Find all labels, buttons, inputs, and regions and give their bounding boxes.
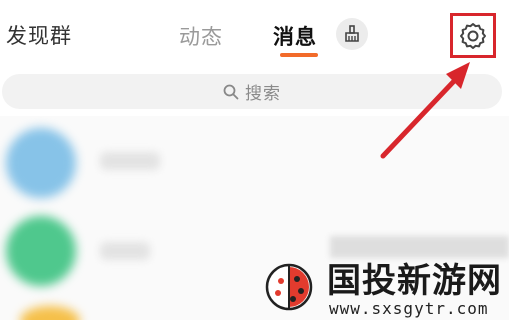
active-tab-indicator: [280, 53, 318, 57]
watermark-title: 国投新游网: [327, 261, 502, 301]
avatar: [6, 216, 76, 286]
list-item[interactable]: [0, 116, 509, 286]
tab-messages[interactable]: 消息: [273, 21, 317, 51]
search-placeholder: 搜索: [245, 84, 281, 104]
broom-icon: [345, 25, 359, 42]
tab-dynamic[interactable]: 动态: [179, 21, 223, 51]
gear-icon: [460, 22, 486, 49]
ladybug-logo-icon: [265, 263, 313, 311]
blurred-name: [100, 242, 150, 260]
clean-unread-button[interactable]: [336, 18, 368, 50]
avatar: [20, 306, 80, 320]
watermark-url: www.sxsgytr.com: [329, 299, 489, 318]
discover-group-button[interactable]: 发现群: [6, 20, 72, 50]
search-icon: [223, 84, 239, 99]
settings-button[interactable]: [450, 13, 496, 58]
watermark: 国投新游网 www.sxsgytr.com: [255, 253, 509, 320]
top-bar: 发现群 动态 消息: [0, 0, 509, 70]
search-bar[interactable]: 搜索: [2, 74, 502, 109]
